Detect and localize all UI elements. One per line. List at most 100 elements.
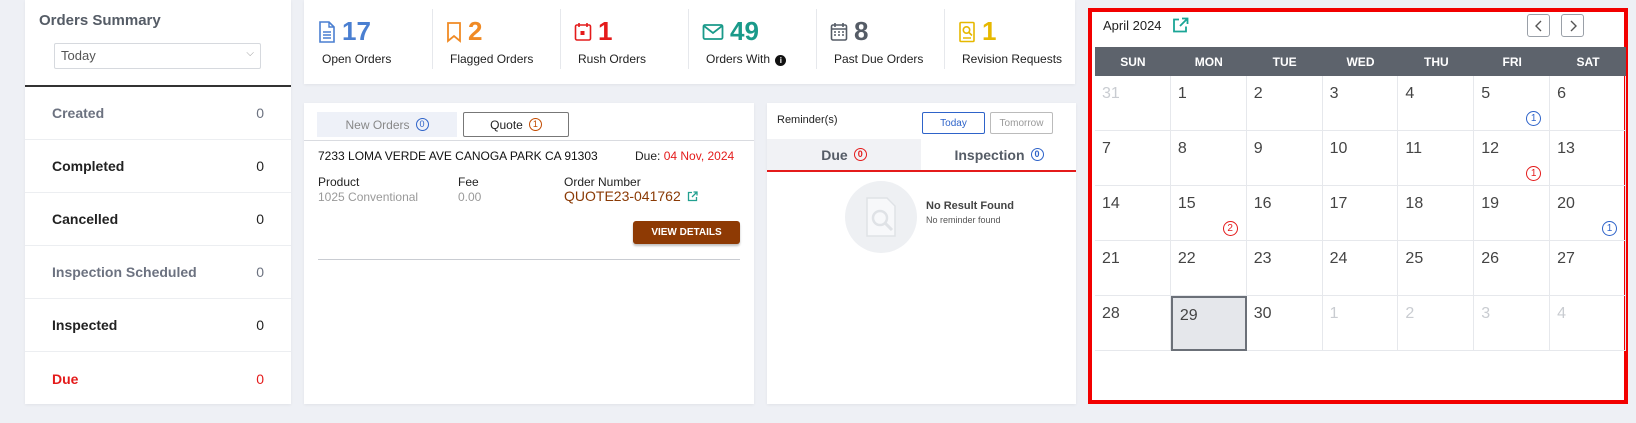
calendar-day[interactable]: 17 xyxy=(1322,186,1399,241)
calendar-day[interactable]: 26 xyxy=(1474,241,1551,296)
stat-count: 1 xyxy=(982,16,997,46)
calendar-month-title: April 2024 xyxy=(1103,18,1162,33)
calendar-day[interactable]: 31 xyxy=(1095,76,1171,131)
calendar-day[interactable]: 6 xyxy=(1550,76,1626,131)
stat-flagged-orders[interactable]: 2 Flagged Orders xyxy=(432,8,560,74)
day-number: 19 xyxy=(1481,195,1500,212)
day-number: 4 xyxy=(1405,85,1415,102)
day-number: 5 xyxy=(1481,85,1491,102)
tab-quote[interactable]: Quote 1 xyxy=(463,112,569,137)
calendar-header: April 2024 xyxy=(1103,17,1189,34)
summary-row-value: 0 xyxy=(256,211,264,227)
day-event-count-badge[interactable]: 1 xyxy=(1526,111,1542,126)
summary-row-inspected[interactable]: Inspected 0 xyxy=(25,299,291,352)
day-number: 18 xyxy=(1405,195,1424,212)
calendar-day[interactable]: 4 xyxy=(1550,296,1626,351)
search-doc-icon xyxy=(959,21,975,42)
day-number: 22 xyxy=(1177,250,1196,267)
calendar-day[interactable]: 22 xyxy=(1170,241,1247,296)
calendar-day[interactable]: 28 xyxy=(1095,296,1171,351)
calendar-weekday-header: SUN MON TUE WED THU FRI SAT xyxy=(1095,47,1626,76)
summary-row-value: 0 xyxy=(256,317,264,333)
weekday-label: FRI xyxy=(1502,54,1522,69)
calendar-day[interactable]: 9 xyxy=(1246,131,1323,186)
divider xyxy=(318,259,740,260)
weekday-label: MON xyxy=(1194,54,1223,69)
order-number: QUOTE23-041762 xyxy=(564,188,681,204)
reminders-today-button[interactable]: Today xyxy=(922,112,985,134)
calendar-day[interactable]: 19 xyxy=(1474,186,1551,241)
stat-revision-requests[interactable]: 1 Revision Requests xyxy=(944,8,1072,74)
due-label: Due: xyxy=(635,149,661,163)
summary-row-cancelled[interactable]: Cancelled 0 xyxy=(25,193,291,246)
calendar-day[interactable]: 2 xyxy=(1246,76,1323,131)
calendar-day[interactable]: 16 xyxy=(1246,186,1323,241)
tab-inspection[interactable]: Inspection 0 xyxy=(922,139,1076,170)
calendar-day[interactable]: 4 xyxy=(1398,76,1475,131)
calendar-day[interactable]: 51 xyxy=(1474,76,1551,131)
external-link-icon[interactable] xyxy=(687,190,698,202)
summary-row-due[interactable]: Due 0 xyxy=(25,352,291,405)
view-details-button[interactable]: VIEW DETAILS xyxy=(633,221,740,244)
reminders-tabs: Due 0 Inspection 0 xyxy=(767,139,1076,172)
calendar-day[interactable]: 13 xyxy=(1550,131,1626,186)
due-date: 04 Nov, 2024 xyxy=(663,149,735,163)
calendar-day[interactable]: 12 1 xyxy=(1474,131,1551,186)
calendar-day[interactable]: 20 1 xyxy=(1550,186,1626,241)
tab-new-orders[interactable]: New Orders 0 xyxy=(317,112,457,137)
weekday-label: SAT xyxy=(1576,54,1600,69)
stat-rush-orders[interactable]: 1 Rush Orders xyxy=(560,8,688,74)
reminders-tomorrow-button[interactable]: Tomorrow xyxy=(990,112,1053,134)
summary-row-created[interactable]: Created 0 xyxy=(25,87,291,140)
summary-row-label: Completed xyxy=(52,158,125,174)
tab-due[interactable]: Due 0 xyxy=(767,139,921,170)
day-event-count-badge[interactable]: 2 xyxy=(1222,221,1238,236)
calendar-day[interactable]: 11 xyxy=(1398,131,1475,186)
order-number-link[interactable]: QUOTE23-041762 xyxy=(564,188,698,204)
calendar-day[interactable]: 14 xyxy=(1095,186,1171,241)
summary-period-select[interactable]: Today ⌵ xyxy=(54,43,261,69)
calendar-day[interactable]: 1 xyxy=(1170,76,1247,131)
calendar-day[interactable]: 25 xyxy=(1398,241,1475,296)
day-number: 4 xyxy=(1557,305,1567,322)
document-icon xyxy=(319,20,335,43)
day-number: 17 xyxy=(1329,195,1348,212)
external-link-icon[interactable] xyxy=(1172,17,1189,34)
calendar-day[interactable]: 24 xyxy=(1322,241,1399,296)
summary-row-label: Cancelled xyxy=(52,211,119,227)
calendar-day[interactable]: 21 xyxy=(1095,241,1171,296)
day-number: 2 xyxy=(1253,85,1263,102)
fee-value: 0.00 xyxy=(458,190,482,204)
calendar-icon xyxy=(830,22,848,41)
day-number: 14 xyxy=(1102,195,1120,212)
stat-open-orders[interactable]: 17 Open Orders xyxy=(304,8,432,74)
day-number: 1 xyxy=(1177,85,1187,102)
calendar-day-today[interactable]: 29 xyxy=(1170,296,1247,351)
stat-orders-with[interactable]: 49 Orders With i xyxy=(688,8,816,74)
stat-past-due-orders[interactable]: 8 Past Due Orders xyxy=(816,8,944,74)
calendar-prev-button[interactable] xyxy=(1527,14,1550,37)
calendar-day[interactable]: 1 xyxy=(1322,296,1399,351)
day-event-count-badge[interactable]: 1 xyxy=(1601,221,1617,236)
calendar-body: 31 1 2 3 4 5 1 6 7 8 9 10 11 12 1 13 14 15 2 16 17 18 19 20 1 21 2… xyxy=(1095,76,1626,351)
stat-label: Orders With xyxy=(706,52,771,66)
calendar-day[interactable]: 23 xyxy=(1246,241,1323,296)
calendar-day[interactable]: 15 2 xyxy=(1170,186,1247,241)
calendar-day[interactable]: 2 xyxy=(1398,296,1475,351)
calendar-day[interactable]: 3 xyxy=(1322,76,1399,131)
calendar-day[interactable]: 3 xyxy=(1474,296,1551,351)
calendar-widget: April 2024 SUN MON TUE WED THU FRI SAT 31 1 2 3 4 5… xyxy=(1088,8,1628,404)
info-icon[interactable]: i xyxy=(775,55,787,66)
stat-count: 1 xyxy=(598,16,613,46)
calendar-day[interactable]: 30 xyxy=(1246,296,1323,351)
summary-row-inspection-scheduled[interactable]: Inspection Scheduled 0 xyxy=(25,246,291,299)
calendar-day[interactable]: 10 xyxy=(1322,131,1399,186)
calendar-day[interactable]: 7 xyxy=(1095,131,1171,186)
calendar-next-button[interactable] xyxy=(1561,14,1584,37)
calendar-day[interactable]: 18 xyxy=(1398,186,1475,241)
calendar-day[interactable]: 27 xyxy=(1550,241,1626,296)
day-event-count-badge[interactable]: 1 xyxy=(1526,166,1542,181)
calendar-day[interactable]: 8 xyxy=(1170,131,1247,186)
weekday-label: THU xyxy=(1424,54,1449,69)
summary-row-completed[interactable]: Completed 0 xyxy=(25,140,291,193)
